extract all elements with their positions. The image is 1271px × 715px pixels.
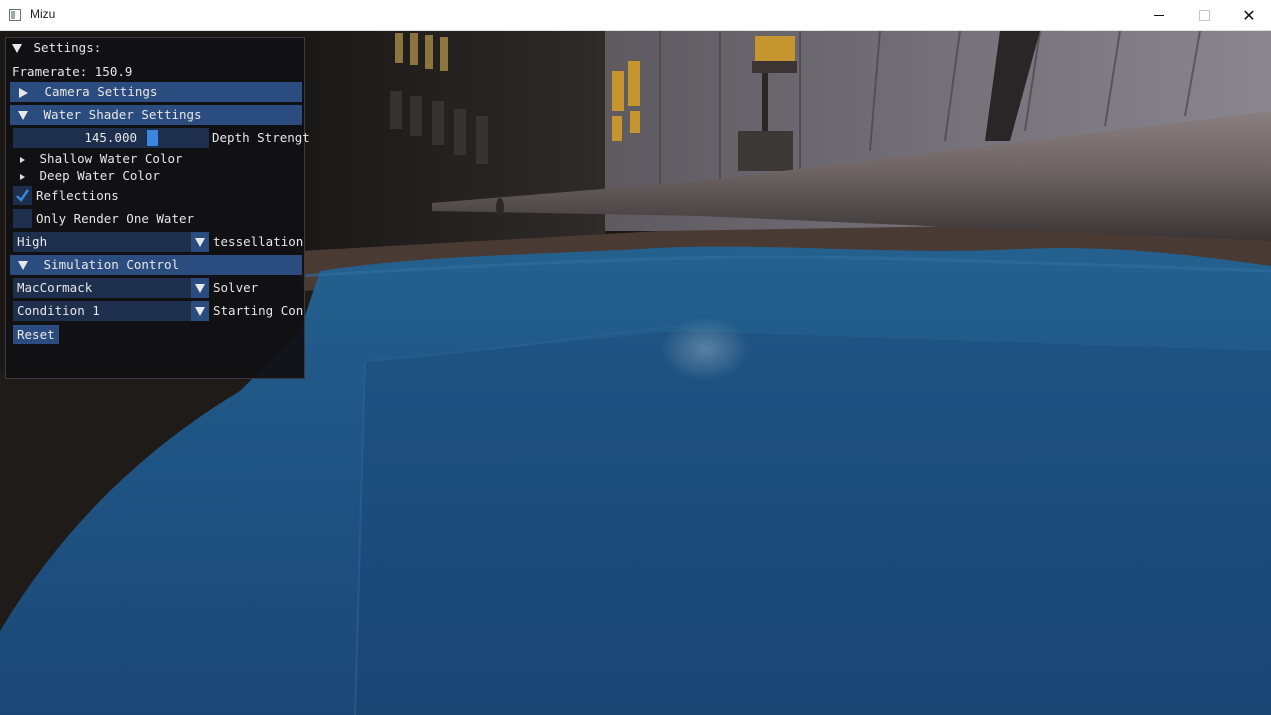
settings-title: Settings: — [33, 40, 102, 55]
starting-condition-combo[interactable]: Condition 1 — [13, 301, 209, 321]
deep-water-color-label: Deep Water Color — [39, 168, 160, 183]
simulation-control-label: Simulation Control — [43, 257, 179, 272]
framerate-label: Framerate: 150.9 — [12, 64, 133, 79]
collapse-arrow-icon — [18, 111, 28, 120]
tessellation-value: High — [17, 234, 48, 249]
combo-arrow-button[interactable] — [191, 301, 209, 321]
settings-header[interactable]: Settings: — [12, 38, 101, 58]
solver-label: Solver — [213, 280, 259, 295]
combo-arrow-button[interactable] — [191, 278, 209, 298]
slider-grab-handle[interactable] — [147, 130, 158, 146]
maximize-button[interactable] — [1181, 0, 1227, 31]
combo-arrow-button[interactable] — [191, 232, 209, 252]
depth-strength-label: Depth Strengt — [212, 130, 310, 145]
reflections-label: Reflections — [36, 188, 119, 203]
chevron-down-icon — [195, 237, 205, 247]
depth-strength-value: 145.000 — [84, 130, 137, 145]
camera-settings-label: Camera Settings — [44, 84, 158, 99]
maximize-icon — [1198, 10, 1210, 21]
depth-strength-slider[interactable]: 145.000 — [13, 128, 209, 148]
tessellation-label: tessellation — [213, 234, 304, 249]
checkmark-icon — [16, 189, 30, 202]
collapse-arrow-icon — [18, 261, 28, 270]
solver-combo[interactable]: MacCormack — [13, 278, 209, 298]
window-title: Mizu — [30, 7, 56, 21]
minimize-button[interactable] — [1136, 0, 1182, 31]
chevron-down-icon — [195, 283, 205, 293]
reset-button[interactable]: Reset — [13, 325, 59, 344]
starting-condition-label: Starting Conc — [213, 303, 303, 318]
collapse-arrow-icon — [12, 44, 22, 53]
deep-water-color-node[interactable]: Deep Water Color — [20, 166, 160, 186]
only-render-one-water-checkbox[interactable] — [13, 209, 32, 228]
expand-arrow-icon — [20, 173, 25, 180]
starting-condition-value: Condition 1 — [17, 303, 100, 318]
simulation-control-header[interactable]: Simulation Control — [10, 255, 302, 275]
solver-value: MacCormack — [17, 280, 93, 295]
minimize-icon — [1154, 15, 1164, 16]
chevron-down-icon — [195, 306, 205, 316]
only-render-one-water-label: Only Render One Water — [36, 211, 195, 226]
app-icon — [9, 9, 21, 21]
expand-arrow-icon — [19, 87, 28, 98]
close-icon: ✕ — [1242, 6, 1256, 25]
water-shader-settings-header[interactable]: Water Shader Settings — [10, 105, 302, 125]
tessellation-combo[interactable]: High — [13, 232, 209, 252]
expand-arrow-icon — [20, 156, 25, 163]
settings-panel[interactable]: Settings: Framerate: 150.9 Camera Settin… — [5, 37, 310, 379]
reflections-checkbox[interactable] — [13, 186, 32, 205]
water-shader-settings-label: Water Shader Settings — [43, 107, 202, 122]
camera-settings-header[interactable]: Camera Settings — [10, 82, 302, 102]
shallow-water-color-label: Shallow Water Color — [39, 151, 183, 166]
window-title-bar[interactable]: Mizu ✕ — [0, 0, 1271, 31]
close-button[interactable]: ✕ — [1226, 0, 1271, 31]
